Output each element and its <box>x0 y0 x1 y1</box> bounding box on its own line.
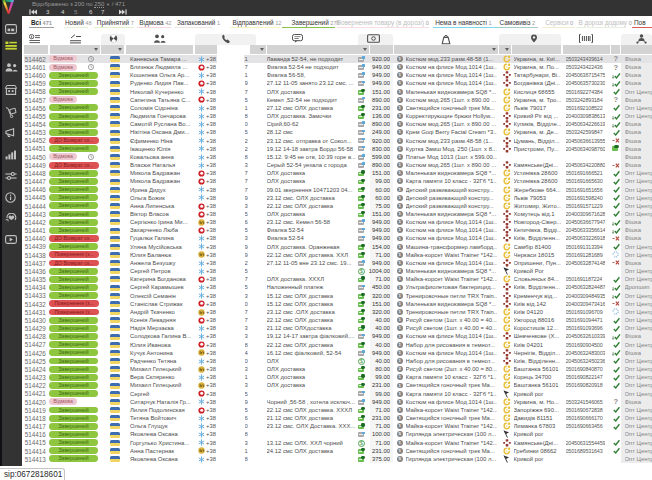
svg-text:$: $ <box>360 440 363 446</box>
svg-text:$: $ <box>360 358 363 364</box>
svg-text:$: $ <box>360 269 363 275</box>
